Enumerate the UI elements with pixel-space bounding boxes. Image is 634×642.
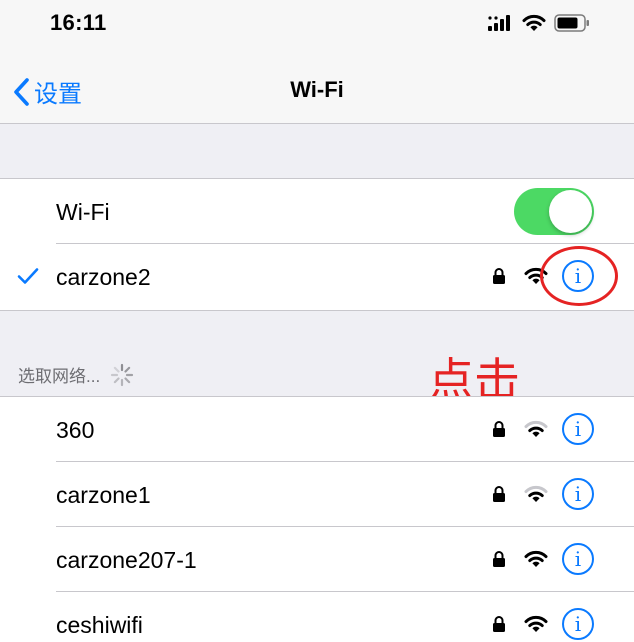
network-name: carzone207-1	[56, 547, 197, 573]
choose-network-header: 选取网络...	[18, 362, 134, 387]
screen: 16:11 设置 Wi-Fi Wi-Fi carzone2 i 点击 选取网络.…	[0, 0, 634, 642]
lock-icon	[493, 551, 505, 567]
network-row[interactable]: 360 i	[0, 397, 634, 462]
page-title: Wi-Fi	[290, 77, 344, 102]
info-icon[interactable]: i	[562, 413, 594, 445]
network-name: ceshiwifi	[56, 612, 143, 638]
wifi-toggle-switch[interactable]	[514, 188, 594, 235]
network-icons: i	[492, 413, 594, 445]
wifi-toggle-row: Wi-Fi	[0, 179, 634, 244]
lock-icon	[493, 268, 505, 284]
wifi-signal-icon	[524, 615, 548, 632]
lock-icon	[493, 486, 505, 502]
section-header-label: 选取网络...	[18, 367, 101, 386]
network-icons: i	[492, 478, 594, 510]
wifi-toggle-label: Wi-Fi	[56, 199, 110, 225]
toggle-knob	[549, 190, 592, 233]
info-icon[interactable]: i	[562, 608, 594, 640]
wifi-signal-icon	[524, 550, 548, 567]
lock-icon	[493, 421, 505, 437]
cellular-signal-icon	[488, 15, 510, 31]
nav-bar: 设置 Wi-Fi	[0, 50, 634, 124]
network-row[interactable]: carzone1 i	[0, 462, 634, 527]
status-icons	[488, 14, 590, 32]
info-icon[interactable]: i	[562, 478, 594, 510]
wifi-signal-icon	[524, 420, 548, 437]
network-name: carzone1	[56, 482, 151, 508]
network-row[interactable]: ceshiwifi i	[0, 592, 634, 642]
network-icons: i	[492, 608, 594, 640]
available-networks-group: 360 i carzone1 i carzone207-1 i ceshiwif…	[0, 396, 634, 642]
connected-network-row[interactable]: carzone2 i	[0, 244, 634, 309]
wifi-settings-group: Wi-Fi carzone2 i	[0, 178, 634, 311]
info-icon[interactable]: i	[562, 543, 594, 575]
network-name: 360	[56, 417, 95, 443]
wifi-status-icon	[522, 14, 546, 31]
lock-icon	[493, 616, 505, 632]
connected-network-name: carzone2	[56, 264, 151, 290]
wifi-signal-icon	[524, 485, 548, 502]
network-row[interactable]: carzone207-1 i	[0, 527, 634, 592]
loading-spinner-icon	[111, 363, 134, 386]
annotation-circle	[540, 246, 618, 306]
status-time: 16:11	[50, 10, 107, 35]
network-icons: i	[492, 543, 594, 575]
checkmark-icon	[17, 268, 39, 284]
status-bar: 16:11	[0, 0, 634, 50]
battery-icon	[554, 14, 589, 32]
